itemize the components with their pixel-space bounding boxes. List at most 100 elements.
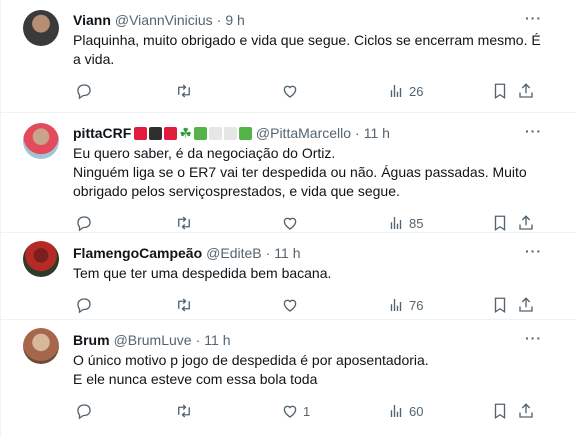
tweet-text-line: obrigado pelos serviçosprestados, e vida…: [73, 183, 400, 199]
reply-icon: [77, 404, 91, 420]
more-options-icon[interactable]: ···: [525, 243, 542, 259]
bookmark-button[interactable]: [491, 214, 509, 232]
avatar[interactable]: [23, 241, 59, 277]
tweet-header: Viann @ViannVinicius · 9 h: [73, 10, 560, 30]
green-square-emoji: [238, 126, 252, 140]
tweet-text-line: Ninguém liga se o ER7 vai ter despedida …: [73, 164, 527, 180]
white-square-emoji: [208, 126, 222, 140]
retweet-button[interactable]: [175, 296, 197, 314]
views-button[interactable]: 26: [387, 82, 423, 100]
reply-button[interactable]: [75, 82, 97, 100]
bookmark-icon: [494, 297, 506, 314]
like-button[interactable]: [281, 214, 303, 232]
retweet-button[interactable]: [175, 82, 197, 100]
views-chart-icon: [390, 217, 402, 229]
avatar[interactable]: [23, 123, 59, 159]
timestamp[interactable]: 11 h: [274, 245, 300, 261]
reply-icon: [77, 298, 91, 314]
tweet-text-line: Plaquinha, muito obrigado e vida que seg…: [73, 32, 541, 48]
retweet-icon: [178, 404, 190, 418]
retweet-icon: [178, 216, 190, 230]
white-square-emoji: [223, 126, 237, 140]
timestamp[interactable]: 11 h: [204, 332, 230, 348]
retweet-icon: [178, 84, 190, 98]
separator-dot: ·: [355, 125, 360, 141]
display-name[interactable]: FlamengoCampeão: [73, 245, 202, 261]
retweet-button[interactable]: [175, 214, 197, 232]
black-square-emoji: [149, 126, 163, 140]
display-name[interactable]: Viann: [73, 12, 111, 28]
like-button[interactable]: 1: [281, 402, 310, 420]
reply-button[interactable]: [75, 214, 97, 232]
share-button[interactable]: [517, 214, 535, 232]
action-bar: 26: [73, 73, 560, 109]
user-handle[interactable]: @PittaMarcello: [256, 125, 351, 141]
views-chart-icon: [390, 405, 402, 417]
tweet-card[interactable]: pittaCRF ☘ @PittaMarcello · 11 h ··· Eu …: [1, 113, 576, 233]
tweet-text-line: a vida.: [73, 51, 115, 67]
display-name[interactable]: Brum: [73, 332, 110, 348]
tweet-text: Tem que ter uma despedida bem bacana.: [73, 264, 560, 283]
reply-button[interactable]: [75, 296, 97, 314]
tweet-text: O único motivo p jogo de despedida é por…: [73, 351, 560, 389]
heart-icon: [283, 299, 297, 312]
like-count: 1: [303, 403, 311, 419]
tweet-card[interactable]: Brum @BrumLuve · 11 h ··· O único motivo…: [1, 320, 576, 437]
bookmark-button[interactable]: [491, 296, 509, 314]
more-options-icon[interactable]: ···: [525, 123, 542, 139]
views-button[interactable]: 85: [387, 214, 423, 232]
separator-dot: ·: [195, 332, 201, 348]
action-bar: 76: [73, 287, 560, 323]
views-count: 76: [409, 297, 424, 313]
user-handle[interactable]: @ViannVinicius: [115, 12, 213, 28]
share-icon: [519, 297, 533, 312]
like-button[interactable]: [281, 296, 303, 314]
share-icon: [519, 215, 533, 230]
retweet-button[interactable]: [175, 402, 197, 420]
share-button[interactable]: [517, 402, 535, 420]
share-button[interactable]: [517, 82, 535, 100]
action-bar: 1 60: [73, 393, 560, 429]
heart-icon: [283, 217, 297, 230]
share-icon: [519, 403, 533, 418]
tweet-text: Eu quero saber, é da negociação do Ortiz…: [73, 144, 560, 201]
tweet-text-line: O único motivo p jogo de despedida é por…: [73, 352, 429, 368]
like-button[interactable]: [281, 82, 303, 100]
views-button[interactable]: 76: [387, 296, 423, 314]
views-count: 60: [409, 403, 424, 419]
views-count: 85: [409, 215, 424, 231]
timestamp[interactable]: 9 h: [225, 12, 244, 28]
bookmark-button[interactable]: [491, 402, 509, 420]
tweet-card[interactable]: Viann @ViannVinicius · 9 h ··· Plaquinha…: [1, 0, 576, 113]
avatar[interactable]: [23, 10, 59, 46]
display-name[interactable]: pittaCRF: [73, 125, 131, 141]
tweet-card[interactable]: FlamengoCampeão @EditeB · 11 h ··· Tem q…: [1, 233, 576, 320]
separator-dot: ·: [265, 245, 271, 261]
timestamp[interactable]: 11 h: [364, 125, 390, 141]
reply-icon: [77, 84, 91, 100]
avatar[interactable]: [23, 328, 59, 364]
user-handle[interactable]: @BrumLuve: [114, 332, 192, 348]
views-chart-icon: [390, 299, 402, 311]
bookmark-icon: [494, 83, 506, 100]
bookmark-icon: [494, 403, 506, 420]
user-handle[interactable]: @EditeB: [206, 245, 261, 261]
tweet-text-line: Tem que ter uma despedida bem bacana.: [73, 265, 332, 281]
retweet-icon: [178, 298, 190, 312]
share-button[interactable]: [517, 296, 535, 314]
bookmark-button[interactable]: [491, 82, 509, 100]
separator-dot: ·: [216, 12, 222, 28]
reply-icon: [77, 216, 91, 232]
red-square-emoji: [134, 126, 148, 140]
tweet-header: pittaCRF ☘ @PittaMarcello · 11 h: [73, 123, 560, 143]
share-icon: [519, 83, 533, 98]
more-options-icon[interactable]: ···: [525, 330, 542, 346]
more-options-icon[interactable]: ···: [525, 10, 542, 26]
tweet-text-line: E ele nunca esteve com essa bola toda: [73, 371, 318, 387]
bookmark-icon: [494, 215, 506, 232]
reply-button[interactable]: [75, 402, 97, 420]
tweet-text-line: Eu quero saber, é da negociação do Ortiz…: [73, 145, 336, 161]
views-count: 26: [409, 83, 424, 99]
views-button[interactable]: 60: [387, 402, 423, 420]
green-square-emoji: [193, 126, 207, 140]
